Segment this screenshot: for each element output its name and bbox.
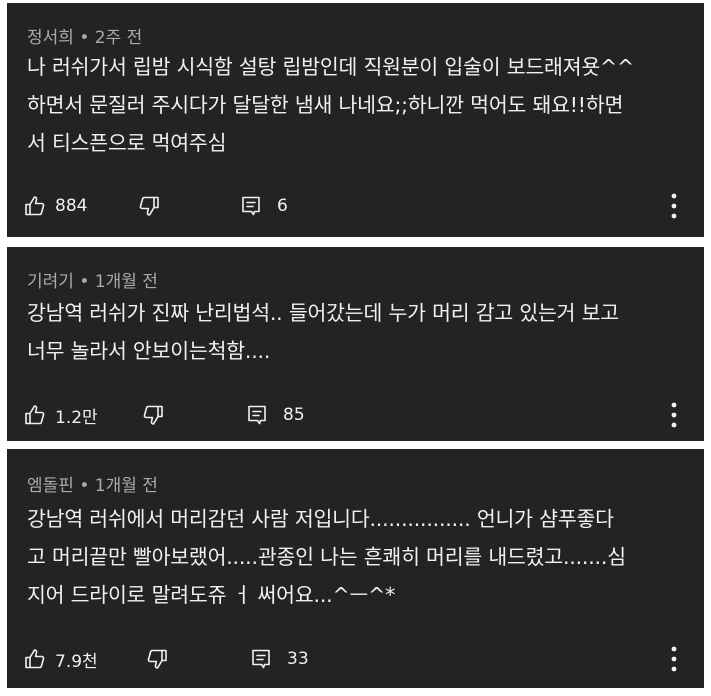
reply-button[interactable]: 6 <box>239 188 288 224</box>
dislike-button[interactable] <box>145 641 169 677</box>
reply-icon <box>242 196 260 216</box>
reply-count: 33 <box>287 649 309 669</box>
like-count: 7.9천 <box>55 651 98 672</box>
thumbs-down-icon <box>143 405 163 425</box>
like-count: 1.2만 <box>55 407 98 428</box>
reply-button[interactable]: 85 <box>245 397 305 433</box>
like-button[interactable]: 7.9천 <box>23 641 98 677</box>
more-vert-icon <box>671 402 677 428</box>
comment-meta: 정서희 • 2주 전 <box>27 23 142 48</box>
thumbs-up-icon <box>25 649 45 669</box>
comment-meta: 기려기 • 1개월 전 <box>27 267 158 292</box>
meta-separator: • <box>73 476 95 496</box>
comment-author[interactable]: 정서희 <box>27 28 74 48</box>
more-actions-button[interactable] <box>670 192 678 220</box>
comment-time: 1개월 전 <box>94 476 158 496</box>
meta-separator: • <box>73 272 95 292</box>
comment-card: 정서희 • 2주 전 나 러쉬가서 립밤 시식함 설탕 립밤인데 직원분이 입술… <box>7 3 704 237</box>
comment-actions: 1.2만 85 <box>23 397 692 433</box>
comment-author[interactable]: 기려기 <box>27 272 74 292</box>
comment-card: 기려기 • 1개월 전 강남역 러쉬가 진짜 난리법석.. 들어갔는데 누가 머… <box>7 247 704 441</box>
thumbs-up-icon <box>25 196 45 216</box>
meta-separator: • <box>73 28 95 48</box>
comment-actions: 7.9천 33 <box>23 641 692 677</box>
reply-icon <box>248 405 266 425</box>
like-button[interactable]: 1.2만 <box>23 397 98 433</box>
comment-text: 강남역 러쉬가 진짜 난리법석.. 들어갔는데 누가 머리 감고 있는거 보고 … <box>27 301 619 363</box>
comment-author[interactable]: 엠돌핀 <box>27 476 74 496</box>
like-count: 884 <box>55 196 88 216</box>
comment-card: 엠돌핀 • 1개월 전 강남역 러쉬에서 머리감던 사람 저입니다.......… <box>7 449 704 688</box>
comment-time: 2주 전 <box>94 28 143 48</box>
dislike-button[interactable] <box>141 397 165 433</box>
dislike-button[interactable] <box>137 188 161 224</box>
like-button[interactable]: 884 <box>23 188 87 224</box>
more-vert-icon <box>671 193 677 219</box>
thumbs-down-icon <box>139 196 159 216</box>
reply-count: 6 <box>277 196 288 216</box>
reply-count: 85 <box>283 405 305 425</box>
comment-meta: 엠돌핀 • 1개월 전 <box>27 471 158 496</box>
reply-button[interactable]: 33 <box>249 641 309 677</box>
comment-actions: 884 6 <box>23 188 692 224</box>
thumbs-up-icon <box>25 405 45 425</box>
comment-text: 강남역 러쉬에서 머리감던 사람 저입니다................ 언니… <box>27 507 626 607</box>
comment-time: 1개월 전 <box>94 272 158 292</box>
thumbs-down-icon <box>147 649 167 669</box>
comment-text: 나 러쉬가서 립밤 시식함 설탕 립밤인데 직원분이 입술이 보드래져욧^^ 하… <box>27 55 634 155</box>
reply-icon <box>252 649 270 669</box>
more-actions-button[interactable] <box>670 401 678 429</box>
more-actions-button[interactable] <box>670 645 678 673</box>
more-vert-icon <box>671 646 677 672</box>
